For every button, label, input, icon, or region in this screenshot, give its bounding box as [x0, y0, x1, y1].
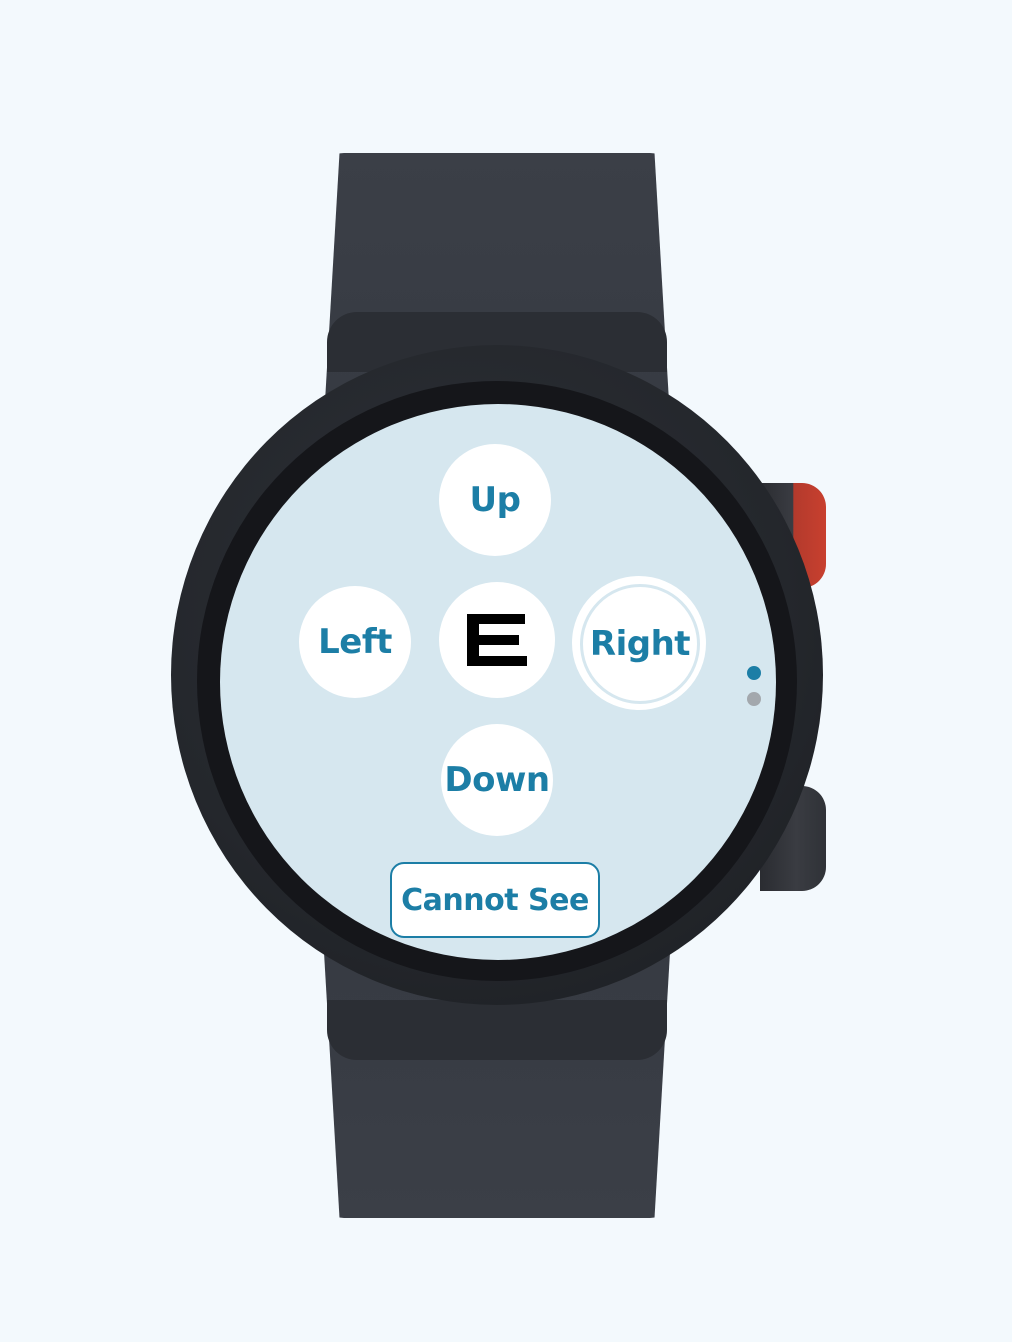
page-dot-inactive [747, 692, 761, 706]
cannot-see-label: Cannot See [401, 882, 589, 918]
left-button-label: Left [318, 622, 392, 662]
right-button-selection-ring: Right [580, 584, 700, 704]
right-button[interactable]: Right [572, 576, 706, 710]
down-button[interactable]: Down [441, 724, 553, 836]
watch-screen: Up Left Right Down Cannot See [220, 404, 776, 960]
page-indicator [747, 666, 761, 718]
left-button[interactable]: Left [299, 586, 411, 698]
cannot-see-button[interactable]: Cannot See [390, 862, 600, 938]
watch-mockup: Up Left Right Down Cannot See [0, 0, 1012, 1342]
tumbling-e-icon [467, 614, 527, 666]
up-button-label: Up [469, 480, 521, 520]
watch-lug-bottom [327, 1000, 667, 1060]
optotype-display [439, 582, 555, 698]
page-dot-active [747, 666, 761, 680]
down-button-label: Down [444, 760, 550, 800]
right-button-label: Right [589, 624, 691, 664]
up-button[interactable]: Up [439, 444, 551, 556]
